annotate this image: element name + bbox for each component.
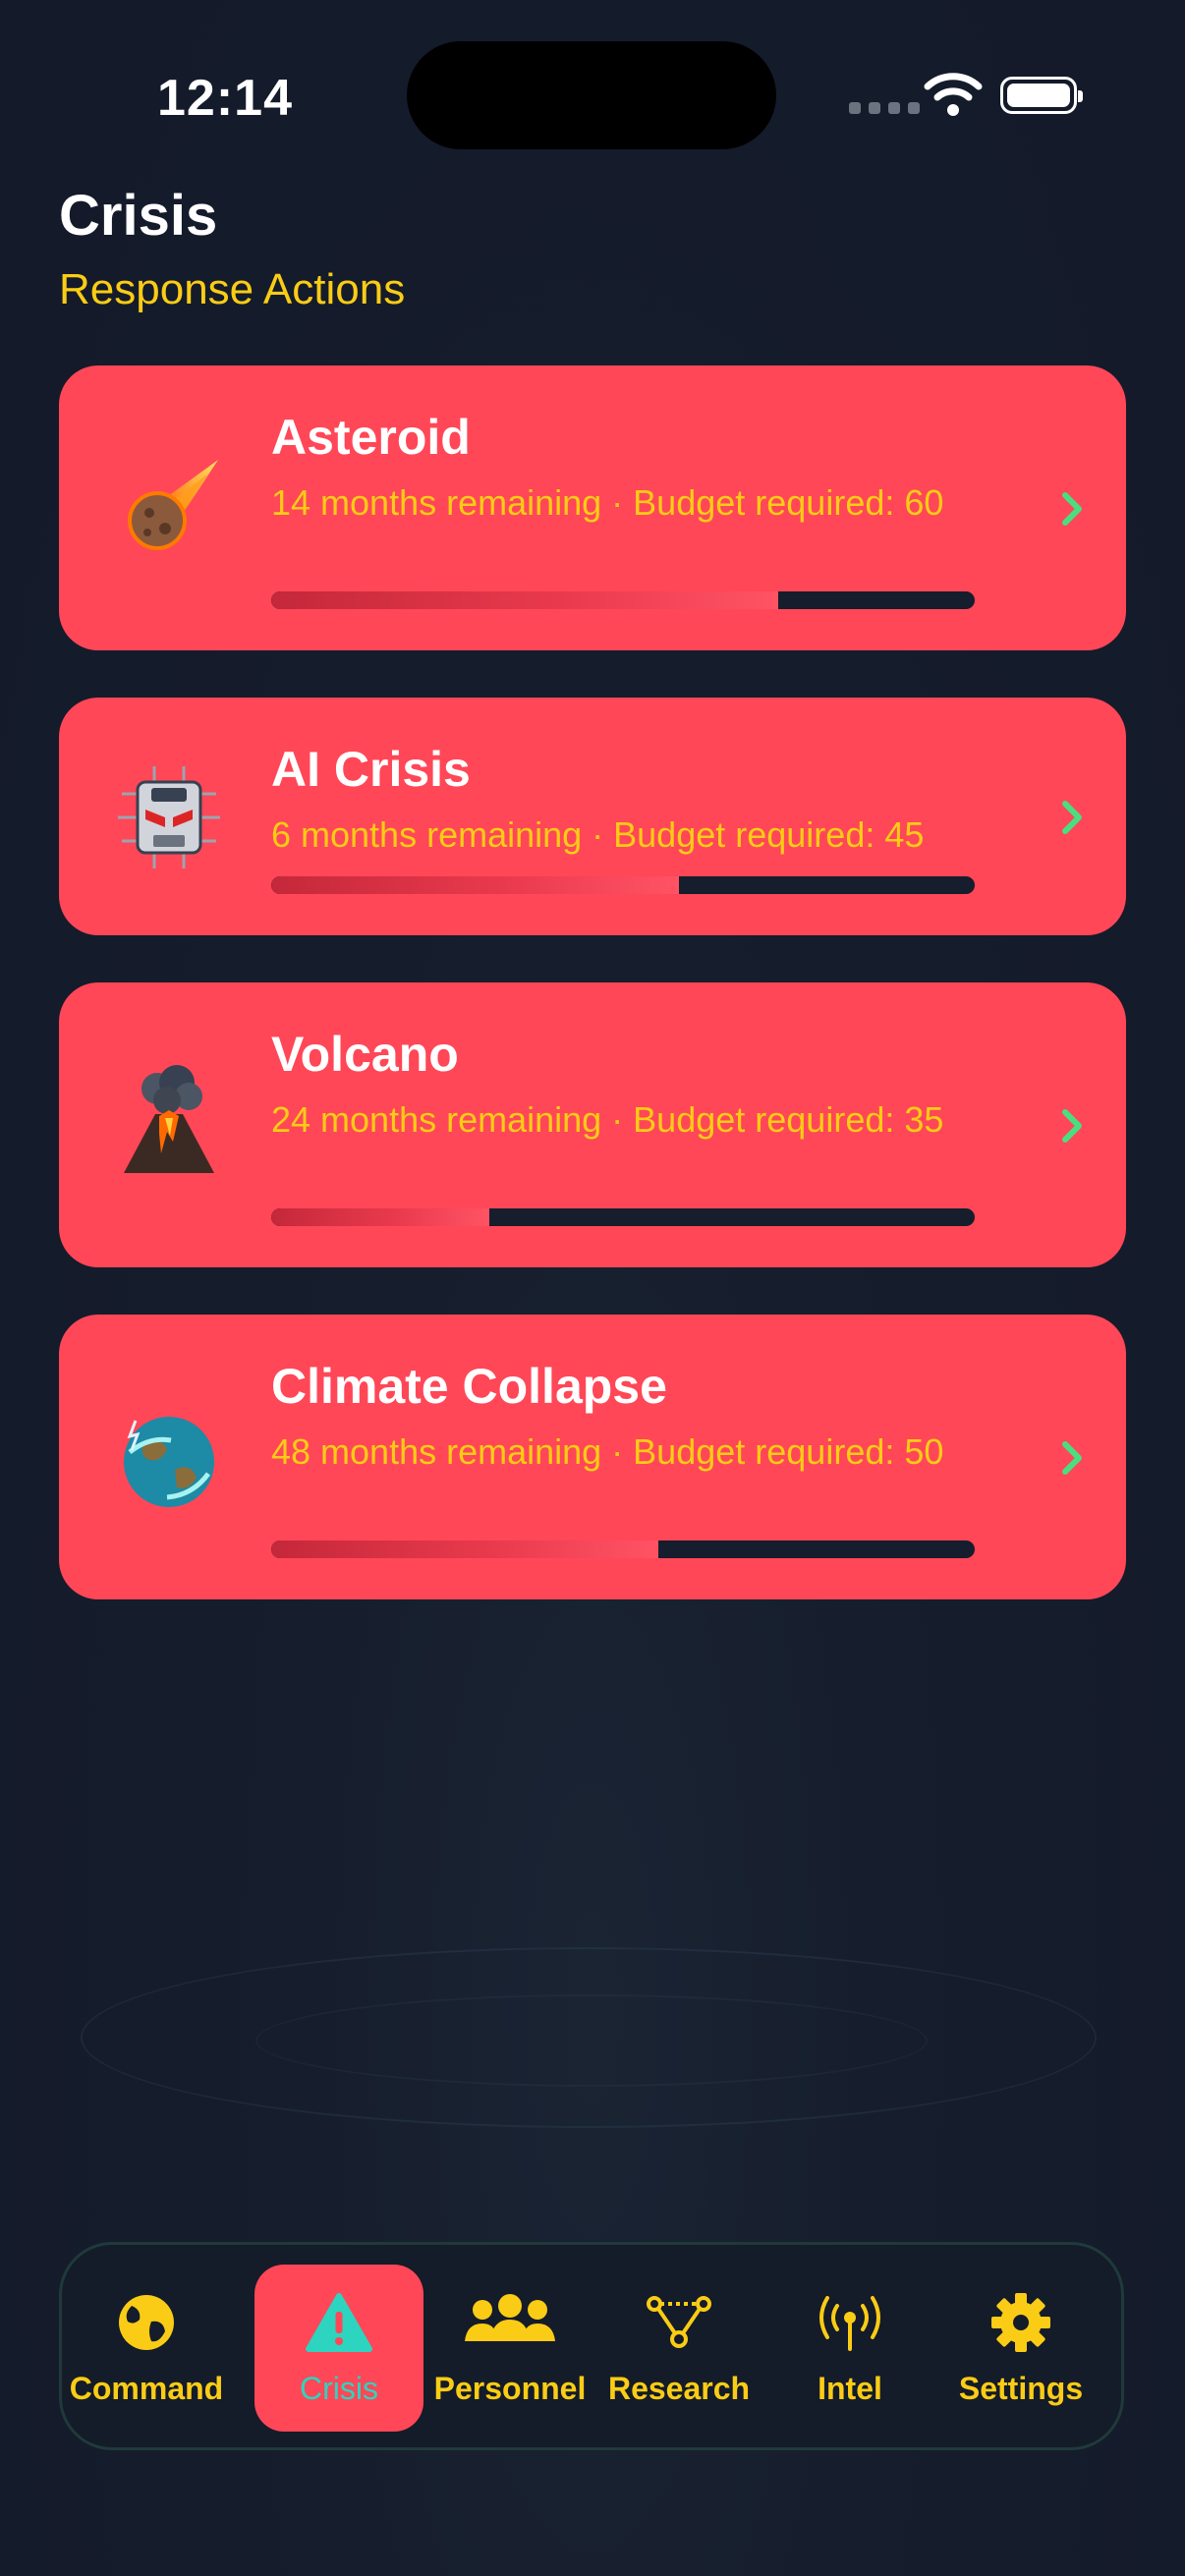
crisis-card-ai[interactable]: AI Crisis 6 months remaining · Budget re… [59, 698, 1126, 935]
crisis-card-asteroid[interactable]: Asteroid 14 months remaining · Budget re… [59, 365, 1126, 650]
tab-label: Intel [818, 2371, 882, 2406]
background-ring-inner [255, 1994, 928, 2087]
tab-personnel[interactable]: Personnel [425, 2265, 594, 2432]
cellular-signal-icon [849, 102, 920, 114]
globe-icon [119, 2295, 174, 2350]
tab-label: Crisis [300, 2371, 378, 2406]
crisis-name: Asteroid [271, 410, 471, 465]
tab-label: Command [69, 2371, 224, 2406]
gear-icon [991, 2293, 1050, 2352]
stormy-earth-icon [124, 1417, 214, 1507]
chevron-right-icon [1062, 801, 1082, 834]
warning-icon [306, 2293, 372, 2352]
dynamic-island [407, 41, 776, 149]
tab-bar: Command Crisis Personnel Research Intel … [59, 2242, 1124, 2450]
page-subtitle: Response Actions [59, 265, 406, 313]
crisis-progress-bar [271, 876, 975, 894]
crisis-progress-fill [271, 591, 778, 609]
crisis-card-volcano[interactable]: Volcano 24 months remaining · Budget req… [59, 982, 1126, 1267]
status-time: 12:14 [157, 70, 293, 127]
crisis-progress-bar [271, 591, 975, 609]
crisis-progress-fill [271, 1208, 489, 1226]
crisis-meta: 48 months remaining · Budget required: 5… [271, 1431, 944, 1472]
crisis-progress-fill [271, 1540, 658, 1558]
crisis-progress-bar [271, 1540, 975, 1558]
tab-crisis[interactable]: Crisis [254, 2265, 423, 2432]
antenna-icon [819, 2296, 880, 2351]
chevron-right-icon [1062, 1441, 1082, 1475]
chevron-right-icon [1062, 492, 1082, 526]
tab-research[interactable]: Research [594, 2265, 763, 2432]
people-icon [465, 2294, 555, 2341]
tab-label: Research [607, 2371, 751, 2406]
crisis-progress-fill [271, 876, 680, 894]
tab-intel[interactable]: Intel [765, 2265, 934, 2432]
battery-icon [1000, 77, 1083, 114]
crisis-meta: 6 months remaining · Budget required: 45 [271, 814, 925, 855]
wifi-icon [924, 73, 983, 116]
crisis-progress-bar [271, 1208, 975, 1226]
network-icon [647, 2296, 711, 2348]
crisis-name: Climate Collapse [271, 1359, 667, 1414]
crisis-card-climate[interactable]: Climate Collapse 48 months remaining · B… [59, 1315, 1126, 1599]
meteor-icon [128, 460, 218, 550]
page-title: Crisis [59, 184, 218, 248]
volcano-icon [124, 1065, 214, 1173]
tab-label: Personnel [433, 2371, 587, 2406]
crisis-name: Volcano [271, 1027, 459, 1082]
tab-command[interactable]: Command [62, 2265, 231, 2432]
chevron-right-icon [1062, 1109, 1082, 1143]
crisis-meta: 24 months remaining · Budget required: 3… [271, 1099, 944, 1140]
crisis-name: AI Crisis [271, 742, 471, 797]
tab-settings[interactable]: Settings [936, 2265, 1105, 2432]
ai-chip-icon [118, 766, 220, 868]
crisis-meta: 14 months remaining · Budget required: 6… [271, 482, 944, 523]
tab-label: Settings [958, 2371, 1084, 2406]
